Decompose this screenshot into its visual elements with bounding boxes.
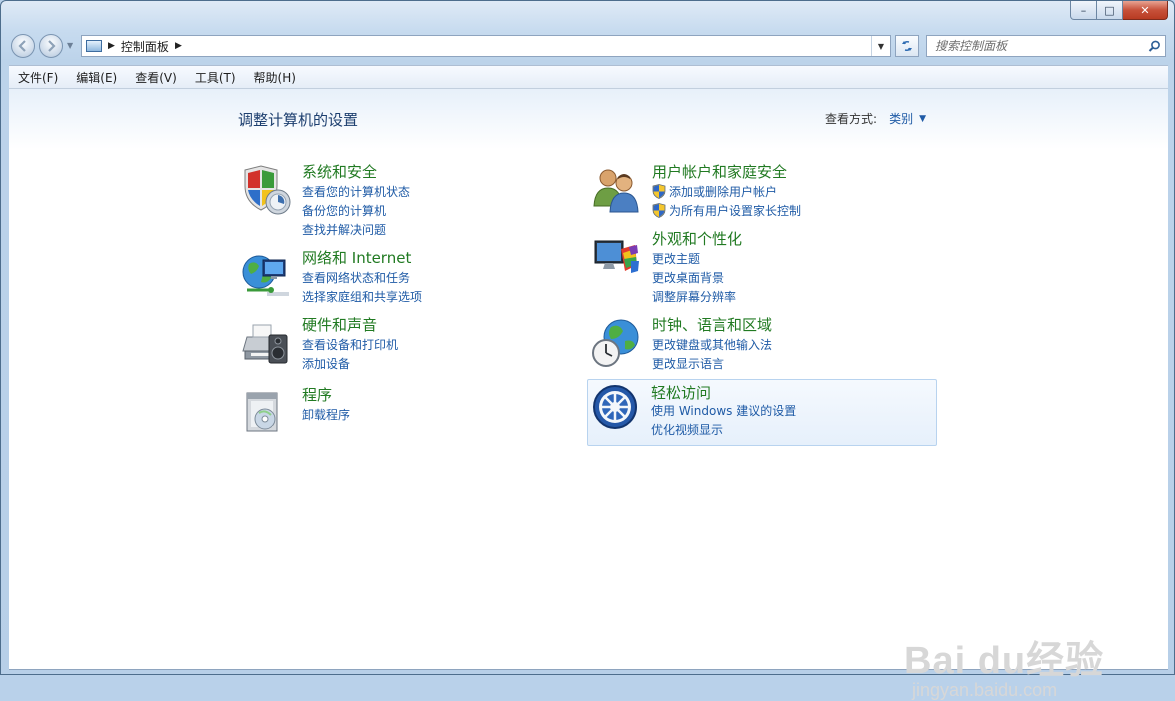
link-label[interactable]: 为所有用户设置家长控制 bbox=[669, 202, 801, 219]
forward-button[interactable] bbox=[39, 34, 63, 58]
search-icon[interactable] bbox=[1145, 40, 1163, 53]
user-accounts-icon[interactable] bbox=[591, 164, 643, 216]
window-frame: – □ ✕ ▼ ▶ 控制面板 ▶ ▼ 搜索控制面板 文件(F) 编辑(E) 查看… bbox=[0, 0, 1175, 700]
category-title[interactable]: 系统和安全 bbox=[302, 161, 377, 182]
category-programs: 程序 卸载程序 bbox=[241, 384, 591, 450]
uac-shield-icon bbox=[652, 184, 666, 199]
network-icon[interactable] bbox=[241, 250, 293, 302]
category-links: 卸载程序 bbox=[302, 405, 350, 424]
control-panel-icon bbox=[86, 40, 102, 52]
category-links: 添加或删除用户帐户 为所有用户设置家长控制 bbox=[652, 182, 801, 220]
link-parental-controls[interactable]: 为所有用户设置家长控制 bbox=[652, 201, 801, 220]
category-clock-region: 时钟、语言和区域 更改键盘或其他输入法 更改显示语言 bbox=[591, 314, 941, 380]
watermark: Bai du经验 jingyan.baidu.com bbox=[904, 629, 1104, 701]
category-title[interactable]: 外观和个性化 bbox=[652, 228, 742, 249]
close-button[interactable]: ✕ bbox=[1123, 1, 1168, 20]
menu-view[interactable]: 查看(V) bbox=[126, 69, 186, 86]
link-devices-printers[interactable]: 查看设备和打印机 bbox=[302, 335, 398, 354]
forward-arrow-icon bbox=[48, 40, 56, 52]
category-title[interactable]: 程序 bbox=[302, 384, 332, 405]
category-title[interactable]: 轻松访问 bbox=[651, 382, 711, 403]
link-display-language[interactable]: 更改显示语言 bbox=[652, 354, 772, 373]
caption-buttons: – □ ✕ bbox=[1070, 1, 1168, 20]
refresh-icon bbox=[902, 41, 912, 51]
category-hardware-sound: 硬件和声音 查看设备和打印机 添加设备 bbox=[241, 314, 591, 380]
menu-tools[interactable]: 工具(T) bbox=[186, 69, 245, 86]
minimize-button[interactable]: – bbox=[1070, 1, 1097, 20]
uac-shield-icon bbox=[652, 203, 666, 218]
address-bar[interactable]: ▶ 控制面板 ▶ ▼ bbox=[81, 35, 891, 57]
link-find-fix-problems[interactable]: 查找并解决问题 bbox=[302, 220, 410, 239]
link-network-status[interactable]: 查看网络状态和任务 bbox=[302, 268, 422, 287]
chevron-down-icon[interactable]: ▼ bbox=[919, 114, 926, 124]
link-view-computer-status[interactable]: 查看您的计算机状态 bbox=[302, 182, 410, 201]
category-links: 查看设备和打印机 添加设备 bbox=[302, 335, 398, 373]
category-title[interactable]: 用户帐户和家庭安全 bbox=[652, 161, 787, 182]
category-title[interactable]: 网络和 Internet bbox=[302, 247, 411, 268]
menu-file[interactable]: 文件(F) bbox=[9, 69, 67, 86]
link-uninstall-program[interactable]: 卸载程序 bbox=[302, 405, 350, 424]
category-user-accounts: 用户帐户和家庭安全 添加或删除用户帐户 为所有用户设置家长控制 bbox=[591, 161, 941, 227]
content-area: 调整计算机的设置 查看方式: 类别 ▼ 系统和安全 查看您的计算机状态 备份您的… bbox=[9, 89, 1168, 700]
link-screen-resolution[interactable]: 调整屏幕分辨率 bbox=[652, 287, 736, 306]
watermark-brand: Bai du经验 bbox=[904, 640, 1105, 682]
category-network-internet: 网络和 Internet 查看网络状态和任务 选择家庭组和共享选项 bbox=[241, 247, 591, 313]
link-change-theme[interactable]: 更改主题 bbox=[652, 249, 736, 268]
menu-bar: 文件(F) 编辑(E) 查看(V) 工具(T) 帮助(H) bbox=[9, 65, 1168, 89]
link-add-device[interactable]: 添加设备 bbox=[302, 354, 398, 373]
category-links: 更改键盘或其他输入法 更改显示语言 bbox=[652, 335, 772, 373]
page-title: 调整计算机的设置 bbox=[238, 111, 359, 129]
programs-icon[interactable] bbox=[241, 387, 293, 439]
category-ease-of-access[interactable]: 轻松访问 使用 Windows 建议的设置 优化视频显示 bbox=[587, 379, 937, 446]
view-by: 查看方式: 类别 ▼ bbox=[825, 110, 926, 127]
menu-help[interactable]: 帮助(H) bbox=[245, 69, 305, 86]
link-desktop-background[interactable]: 更改桌面背景 bbox=[652, 268, 736, 287]
back-button[interactable] bbox=[11, 34, 35, 58]
clock-region-icon[interactable] bbox=[591, 317, 643, 369]
link-add-remove-users[interactable]: 添加或删除用户帐户 bbox=[652, 182, 801, 201]
link-keyboard-input[interactable]: 更改键盘或其他输入法 bbox=[652, 335, 772, 354]
address-dropdown-button[interactable]: ▼ bbox=[871, 36, 890, 56]
view-by-dropdown[interactable]: 类别 bbox=[889, 110, 913, 127]
breadcrumb-control-panel[interactable]: 控制面板 bbox=[121, 38, 169, 55]
refresh-button[interactable] bbox=[895, 35, 919, 57]
category-appearance: 外观和个性化 更改主题 更改桌面背景 调整屏幕分辨率 bbox=[591, 228, 941, 304]
category-links: 更改主题 更改桌面背景 调整屏幕分辨率 bbox=[652, 249, 736, 306]
menu-edit[interactable]: 编辑(E) bbox=[67, 69, 126, 86]
recent-pages-dropdown[interactable]: ▼ bbox=[67, 41, 73, 50]
ease-of-access-icon[interactable] bbox=[591, 383, 643, 435]
chevron-right-icon[interactable]: ▶ bbox=[175, 41, 182, 51]
category-links: 使用 Windows 建议的设置 优化视频显示 bbox=[651, 401, 796, 439]
appearance-icon[interactable] bbox=[591, 231, 643, 283]
link-backup-computer[interactable]: 备份您的计算机 bbox=[302, 201, 410, 220]
chevron-right-icon[interactable]: ▶ bbox=[108, 41, 115, 51]
search-input[interactable] bbox=[933, 38, 1145, 54]
link-optimize-display[interactable]: 优化视频显示 bbox=[651, 420, 796, 439]
search-box[interactable] bbox=[926, 35, 1166, 57]
view-by-label: 查看方式: bbox=[825, 112, 878, 126]
back-arrow-icon bbox=[18, 40, 26, 52]
link-label[interactable]: 添加或删除用户帐户 bbox=[669, 183, 777, 200]
link-homegroup-sharing[interactable]: 选择家庭组和共享选项 bbox=[302, 287, 422, 306]
maximize-button[interactable]: □ bbox=[1097, 1, 1123, 20]
category-title[interactable]: 时钟、语言和区域 bbox=[652, 314, 772, 335]
navigation-bar: ▼ ▶ 控制面板 ▶ ▼ bbox=[9, 31, 1169, 63]
category-links: 查看网络状态和任务 选择家庭组和共享选项 bbox=[302, 268, 422, 306]
category-title[interactable]: 硬件和声音 bbox=[302, 314, 377, 335]
category-links: 查看您的计算机状态 备份您的计算机 查找并解决问题 bbox=[302, 182, 410, 239]
system-security-icon[interactable] bbox=[241, 164, 293, 216]
hardware-sound-icon[interactable] bbox=[241, 317, 293, 369]
link-recommended-settings[interactable]: 使用 Windows 建议的设置 bbox=[651, 401, 796, 420]
category-system-security: 系统和安全 查看您的计算机状态 备份您的计算机 查找并解决问题 bbox=[241, 161, 591, 237]
